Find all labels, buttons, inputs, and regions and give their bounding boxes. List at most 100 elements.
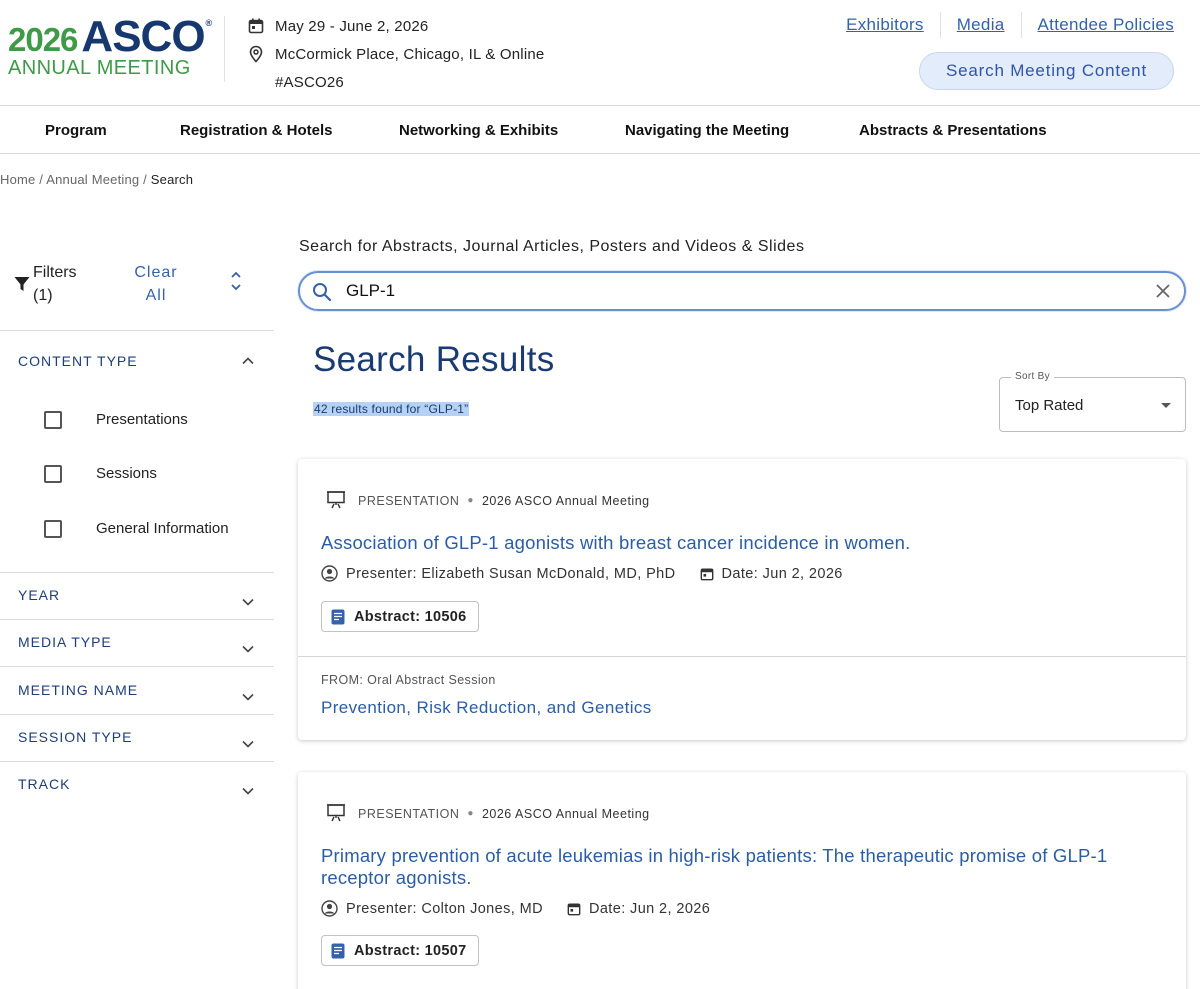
result-title-link[interactable]: Primary prevention of acute leukemias in…: [321, 845, 1141, 889]
clear-all-button[interactable]: Clear All: [132, 261, 180, 307]
checkbox-presentations[interactable]: Presentations: [44, 411, 188, 429]
filter-section-track[interactable]: TRACK: [18, 776, 70, 792]
search-caption: Search for Abstracts, Journal Articles, …: [299, 238, 805, 255]
checkbox-label: Sessions: [96, 465, 157, 482]
result-type-row: PRESENTATION ● 2026 ASCO Annual Meeting: [326, 489, 650, 512]
sidebar-divider: [0, 714, 274, 715]
breadcrumb-annual-meeting[interactable]: Annual Meeting: [46, 172, 139, 187]
location-pin-icon: [248, 45, 275, 63]
sidebar-divider: [0, 666, 274, 667]
meeting-info: May 29 - June 2, 2026 McCormick Place, C…: [248, 12, 544, 96]
result-meeting: 2026 ASCO Annual Meeting: [481, 806, 650, 821]
result-card: PRESENTATION ● 2026 ASCO Annual Meeting …: [298, 772, 1186, 989]
expand-collapse-all-icon[interactable]: [230, 270, 242, 297]
meeting-dates: May 29 - June 2, 2026: [275, 17, 429, 35]
result-presenter: Presenter: Elizabeth Susan McDonald, MD,…: [346, 565, 676, 582]
presentation-easel-icon: [326, 489, 346, 512]
person-icon: [321, 900, 338, 917]
meeting-location: McCormick Place, Chicago, IL & Online: [275, 45, 545, 63]
filter-section-content-type[interactable]: CONTENT TYPE: [18, 353, 138, 369]
search-box[interactable]: [298, 271, 1186, 311]
chevron-down-icon[interactable]: [241, 689, 255, 707]
breadcrumb-current: Search: [150, 172, 194, 187]
nav-item-program[interactable]: Program: [45, 122, 107, 139]
calendar-icon: [700, 567, 714, 581]
calendar-icon: [248, 18, 275, 34]
results-count: 42 results found for “GLP-1”: [313, 402, 470, 416]
result-date: Date: Jun 2, 2026: [588, 900, 711, 917]
abstract-button[interactable]: Abstract: 10507: [321, 935, 479, 966]
sort-by-select[interactable]: Sort By Top Rated: [999, 371, 1186, 432]
attendee-policies-link[interactable]: Attendee Policies: [1022, 13, 1174, 37]
filter-section-year[interactable]: YEAR: [18, 587, 60, 603]
checkbox[interactable]: [44, 465, 62, 483]
asco-logo[interactable]: 2026 ASCO ® ANNUAL MEETING: [8, 12, 212, 80]
checkbox[interactable]: [44, 520, 62, 538]
search-input[interactable]: [346, 279, 1126, 303]
main-nav: Program Registration & Hotels Networking…: [0, 106, 1200, 154]
card-divider: [298, 656, 1186, 657]
logo-subtitle: ANNUAL MEETING: [8, 57, 191, 79]
result-presenter: Presenter: Colton Jones, MD: [346, 900, 543, 917]
filters-count: (1): [33, 287, 53, 304]
result-meeting: 2026 ASCO Annual Meeting: [481, 493, 650, 508]
breadcrumb-separator: /: [39, 172, 44, 187]
breadcrumb-separator: /: [143, 172, 147, 187]
bullet-separator: ●: [467, 495, 474, 506]
utility-links: Exhibitors Media Attendee Policies: [830, 12, 1174, 38]
chevron-down-icon[interactable]: [241, 641, 255, 659]
result-type-row: PRESENTATION ● 2026 ASCO Annual Meeting: [326, 802, 650, 825]
chevron-down-icon[interactable]: [241, 594, 255, 612]
filter-section-meeting-name[interactable]: MEETING NAME: [18, 682, 138, 698]
results-title: Search Results: [313, 340, 555, 379]
filter-section-session-type[interactable]: SESSION TYPE: [18, 729, 132, 745]
chevron-down-icon[interactable]: [241, 736, 255, 754]
clear-search-icon[interactable]: [1155, 283, 1171, 304]
abstract-button[interactable]: Abstract: 10506: [321, 601, 479, 632]
nav-item-registration-hotels[interactable]: Registration & Hotels: [180, 122, 333, 139]
search-meeting-content-button[interactable]: Search Meeting Content: [919, 52, 1174, 90]
search-icon[interactable]: [312, 282, 332, 307]
result-session-link[interactable]: Prevention, Risk Reduction, and Genetics: [321, 698, 652, 718]
document-icon: [331, 609, 345, 625]
breadcrumb-home[interactable]: Home: [0, 172, 35, 187]
logo-name: ASCO: [81, 12, 205, 61]
abstract-label: Abstract: 10506: [354, 608, 467, 625]
logo-registered: ®: [205, 18, 213, 28]
sidebar-divider: [0, 572, 274, 573]
document-icon: [331, 943, 345, 959]
result-card: PRESENTATION ● 2026 ASCO Annual Meeting …: [298, 459, 1186, 740]
meeting-hashtag: #ASCO26: [275, 73, 344, 91]
calendar-icon: [567, 902, 581, 916]
result-meta-row: Presenter: Elizabeth Susan McDonald, MD,…: [321, 565, 843, 582]
breadcrumb: Home / Annual Meeting / Search: [0, 172, 193, 187]
checkbox-sessions[interactable]: Sessions: [44, 465, 157, 483]
sidebar-divider: [0, 619, 274, 620]
sort-by-label: Sort By: [1011, 371, 1054, 382]
filter-section-media-type[interactable]: MEDIA TYPE: [18, 634, 112, 650]
checkbox-general-information[interactable]: General Information: [44, 520, 229, 538]
chevron-down-icon[interactable]: [241, 783, 255, 801]
site-header: 2026 ASCO ® ANNUAL MEETING May 29 - June…: [0, 0, 1200, 106]
nav-item-networking-exhibits[interactable]: Networking & Exhibits: [399, 122, 558, 139]
caret-down-icon: [1161, 403, 1171, 408]
result-from: FROM: Oral Abstract Session: [321, 673, 496, 687]
sort-by-value: Top Rated: [1015, 397, 1084, 414]
chevron-up-icon[interactable]: [241, 353, 255, 371]
exhibitors-link[interactable]: Exhibitors: [830, 13, 940, 37]
result-meta-row: Presenter: Colton Jones, MD Date: Jun 2,…: [321, 900, 710, 917]
nav-item-abstracts-presentations[interactable]: Abstracts & Presentations: [859, 122, 1047, 139]
filter-funnel-icon: [14, 276, 30, 297]
result-type: PRESENTATION: [358, 806, 460, 821]
logo-year: 2026: [8, 21, 78, 58]
presentation-easel-icon: [326, 802, 346, 825]
checkbox[interactable]: [44, 411, 62, 429]
result-date: Date: Jun 2, 2026: [721, 565, 843, 582]
abstract-label: Abstract: 10507: [354, 942, 467, 959]
media-link[interactable]: Media: [941, 13, 1021, 37]
sidebar-divider: [0, 761, 274, 762]
checkbox-label: General Information: [96, 520, 229, 537]
nav-item-navigating-meeting[interactable]: Navigating the Meeting: [625, 122, 789, 139]
person-icon: [321, 565, 338, 582]
result-title-link[interactable]: Association of GLP-1 agonists with breas…: [321, 532, 1141, 554]
